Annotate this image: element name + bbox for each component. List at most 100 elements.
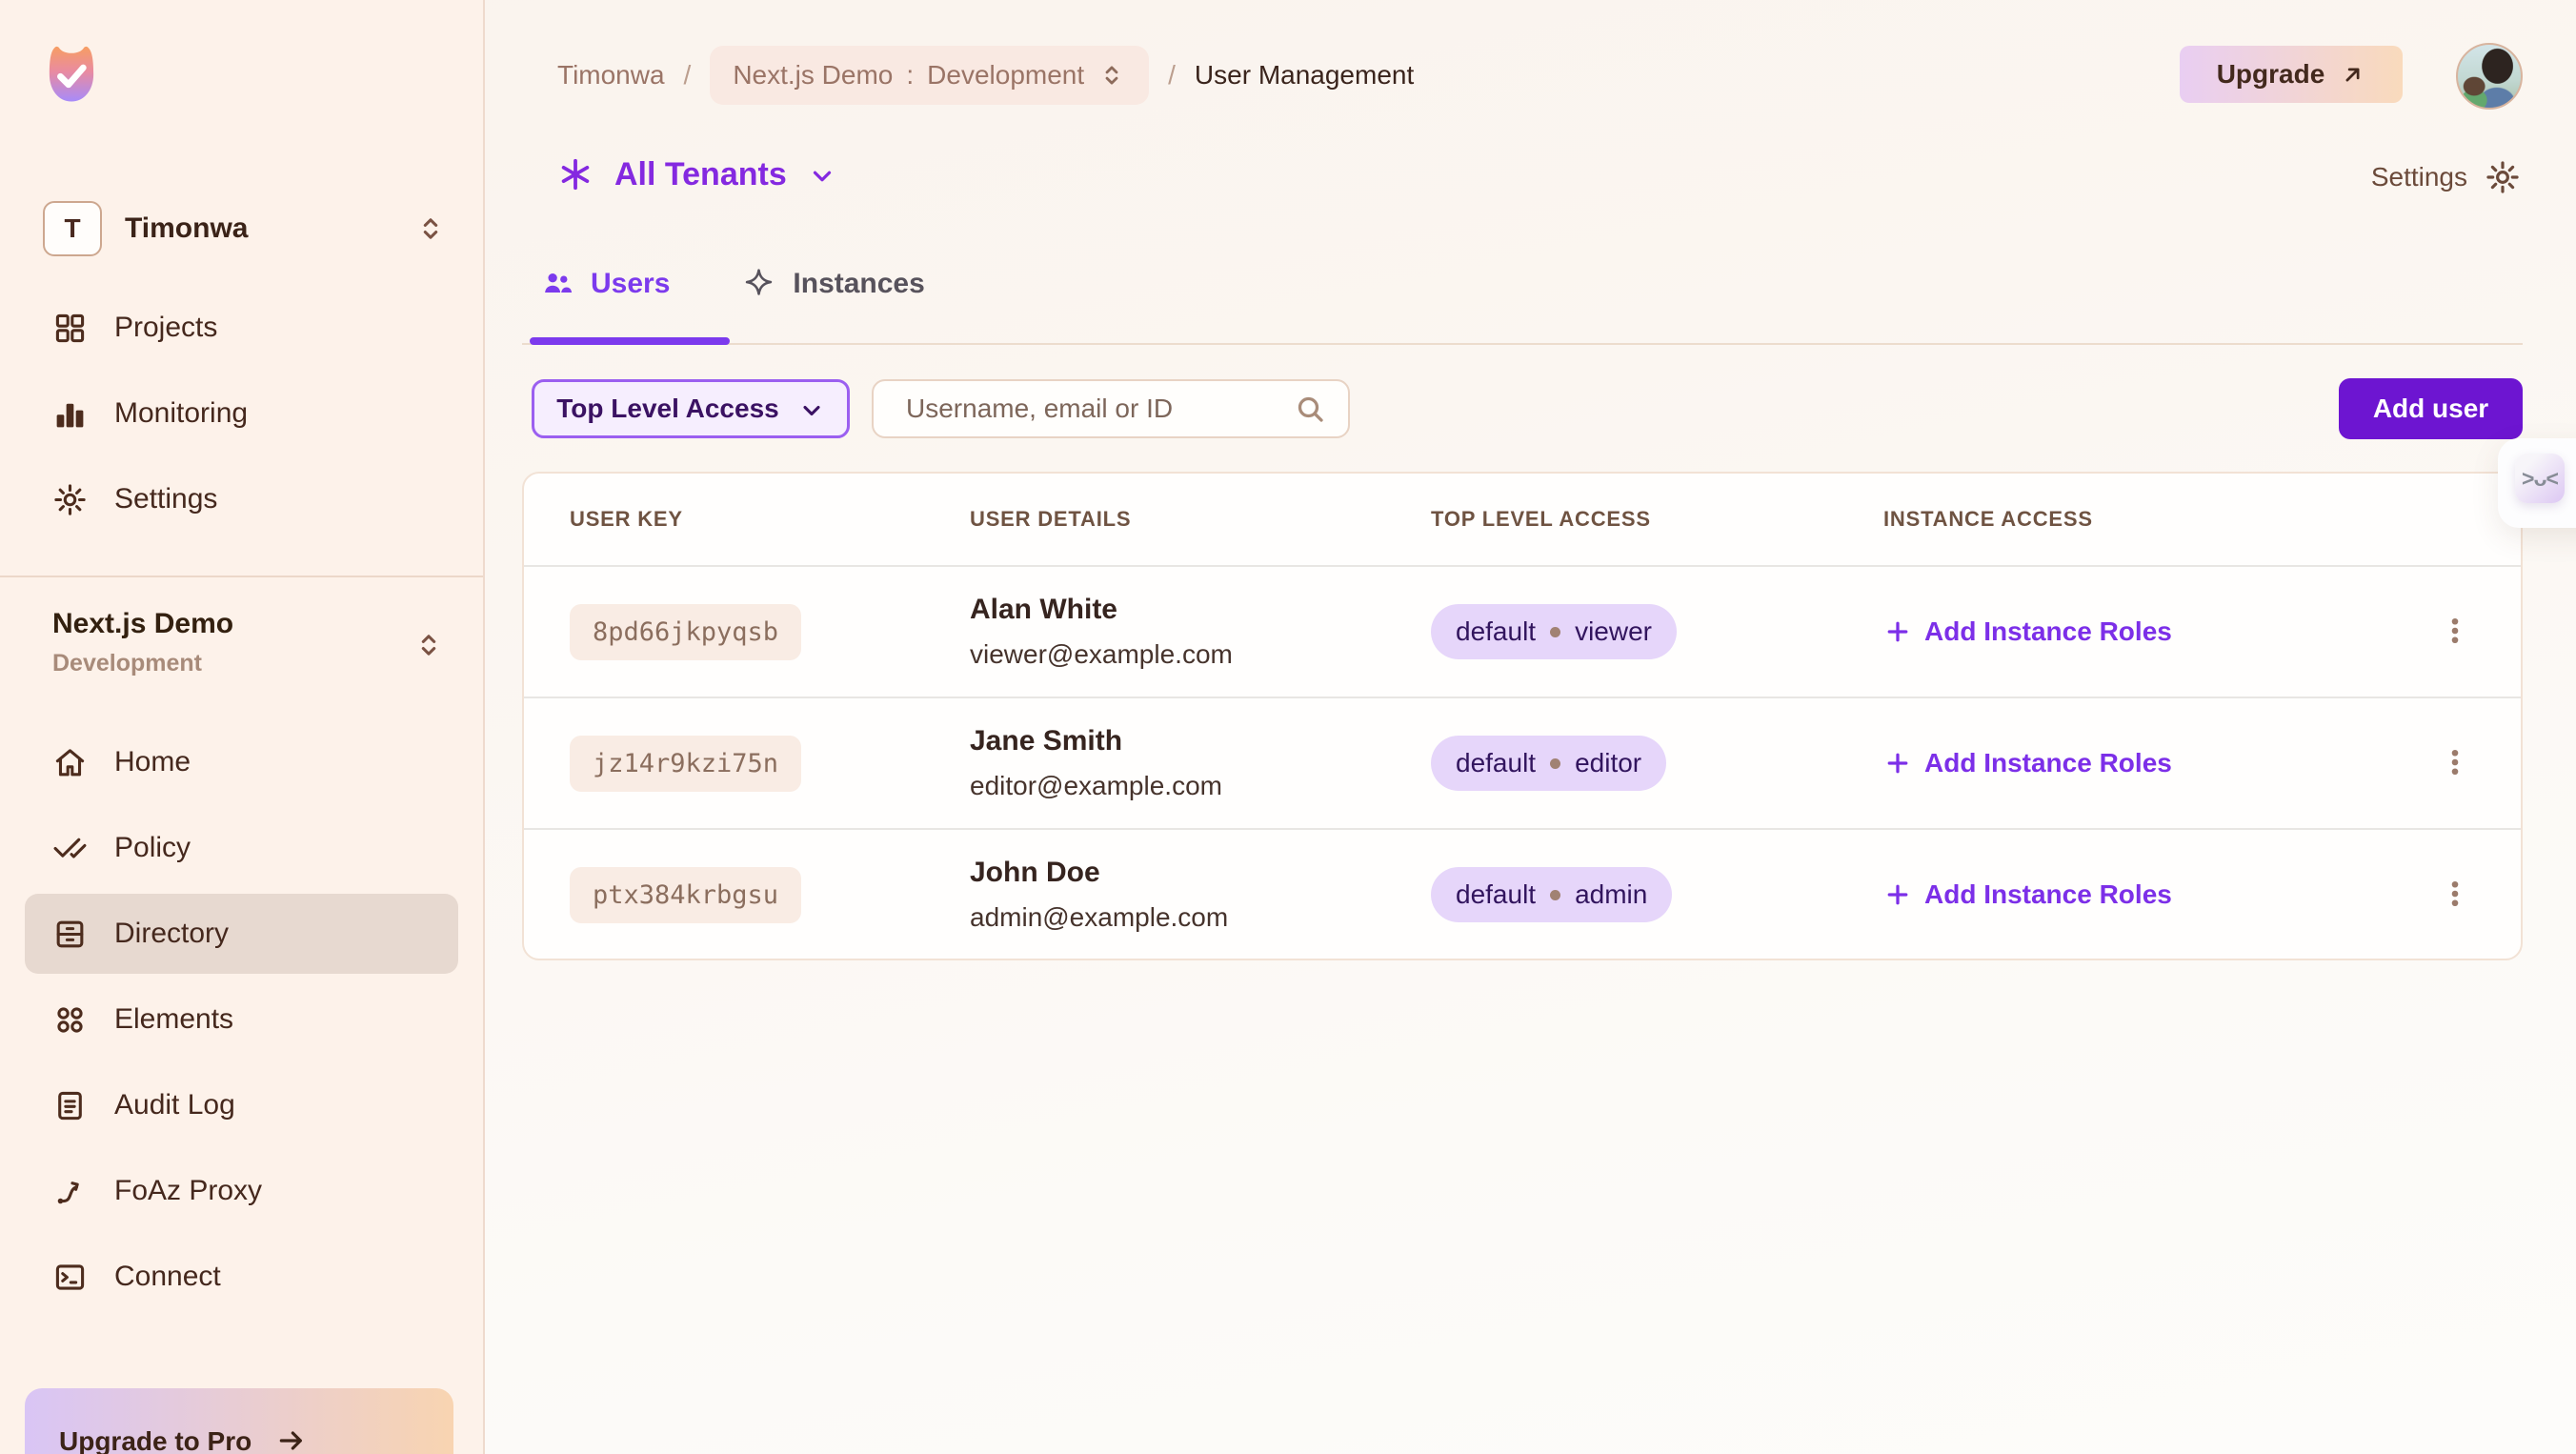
user-avatar[interactable] (2456, 43, 2523, 110)
table-body: 8pd66jkpyqsb Alan White viewer@example.c… (524, 565, 2521, 959)
breadcrumb-page: User Management (1195, 60, 1414, 91)
sidebar-item-foaz-proxy[interactable]: FoAz Proxy (25, 1151, 458, 1231)
kebab-icon (2438, 614, 2472, 648)
user-name: John Doe (970, 857, 1431, 889)
workspace-avatar: T (43, 201, 102, 256)
sparkle-icon (742, 267, 775, 300)
badge-dot (1550, 627, 1560, 637)
sidebar-project-nav: Home Policy Directory Elements Audit Log… (0, 717, 483, 1323)
top-level-access-badge[interactable]: default viewer (1431, 604, 1677, 659)
home-icon (52, 745, 88, 780)
terminal-icon (52, 1260, 88, 1295)
column-header-user-details: USER DETAILS (970, 507, 1431, 532)
search-input[interactable] (872, 379, 1350, 438)
tabs-divider (522, 343, 2523, 345)
check-check-icon (52, 831, 88, 866)
tab-instances[interactable]: Instances (742, 267, 924, 300)
sidebar-top-nav: Projects Monitoring Settings (0, 282, 483, 545)
tenant-selector[interactable]: All Tenants (557, 151, 836, 198)
settings-label: Settings (2371, 162, 2467, 192)
project-name: Next.js Demo (52, 608, 449, 640)
user-email: viewer@example.com (970, 639, 1431, 670)
archive-icon (52, 917, 88, 952)
chevrons-updown-icon (1097, 61, 1126, 90)
top-level-access-filter[interactable]: Top Level Access (532, 379, 850, 438)
upgrade-to-pro-button[interactable]: Upgrade to Pro (25, 1388, 453, 1454)
user-name: Alan White (970, 594, 1431, 626)
badge-tenant: default (1456, 616, 1536, 647)
row-actions-menu-button[interactable] (2426, 597, 2484, 666)
add-instance-roles-button[interactable]: Add Instance Roles (1883, 748, 2172, 778)
row-actions-menu-button[interactable] (2426, 860, 2484, 929)
user-name: Jane Smith (970, 725, 1431, 757)
breadcrumb-separator: / (1168, 60, 1176, 91)
user-key-pill[interactable]: 8pd66jkpyqsb (570, 604, 801, 660)
user-email: admin@example.com (970, 902, 1431, 933)
table-row: ptx384krbgsu John Doe admin@example.com … (524, 828, 2521, 959)
upgrade-to-pro-label: Upgrade to Pro (59, 1426, 252, 1454)
top-level-access-badge[interactable]: default editor (1431, 736, 1666, 791)
tabs: Users Instances (540, 267, 925, 300)
project-selector[interactable]: Next.js Demo Development (52, 608, 449, 677)
bar-chart-icon (52, 396, 88, 432)
badge-role: viewer (1575, 616, 1652, 647)
search-icon (1293, 392, 1327, 426)
user-key: ptx384krbgsu (593, 880, 778, 910)
badge-tenant: default (1456, 879, 1536, 910)
plus-icon (1883, 617, 1912, 646)
search-field-wrap (872, 379, 1350, 438)
gear-icon (2485, 159, 2521, 195)
column-header-user-key: USER KEY (570, 507, 970, 532)
table-row: 8pd66jkpyqsb Alan White viewer@example.c… (524, 565, 2521, 697)
breadcrumb-project-env-selector[interactable]: Next.js Demo : Development (710, 46, 1149, 105)
kebab-icon (2438, 877, 2472, 911)
column-header-top-level-access: TOP LEVEL ACCESS (1431, 507, 1883, 532)
settings-link[interactable]: Settings (2371, 156, 2521, 198)
toolbar: Top Level Access Add user (532, 377, 2523, 440)
user-key-pill[interactable]: jz14r9kzi75n (570, 736, 801, 792)
workspace-selector[interactable]: T Timonwa (43, 198, 447, 259)
chevron-down-icon (798, 397, 825, 424)
row-actions-menu-button[interactable] (2426, 729, 2484, 798)
kebab-icon (2438, 745, 2472, 779)
sidebar-item-connect[interactable]: Connect (25, 1237, 458, 1317)
active-tab-indicator (530, 337, 730, 345)
table-row: jz14r9kzi75n Jane Smith editor@example.c… (524, 697, 2521, 828)
badge-dot (1550, 758, 1560, 769)
user-key: jz14r9kzi75n (593, 749, 778, 778)
project-environment: Development (52, 650, 449, 677)
arrow-right-icon (276, 1425, 307, 1454)
tenant-selector-label: All Tenants (614, 156, 787, 193)
widget-face-button[interactable]: >ᴗ< (2515, 454, 2565, 503)
sidebar-item-settings[interactable]: Settings (25, 459, 458, 539)
top-level-access-badge[interactable]: default admin (1431, 867, 1672, 922)
floating-widget-panel: >ᴗ< (2498, 438, 2576, 528)
upgrade-button[interactable]: Upgrade (2180, 46, 2403, 103)
badge-tenant: default (1456, 748, 1536, 778)
gear-icon (52, 482, 88, 517)
add-user-button[interactable]: Add user (2339, 378, 2523, 439)
plus-icon (1883, 749, 1912, 777)
add-instance-roles-button[interactable]: Add Instance Roles (1883, 616, 2172, 647)
sidebar-collapse-button[interactable] (379, 51, 423, 95)
badge-dot (1550, 890, 1560, 900)
sidebar-item-home[interactable]: Home (25, 722, 458, 802)
user-key-pill[interactable]: ptx384krbgsu (570, 867, 801, 923)
sidebar-item-elements[interactable]: Elements (25, 979, 458, 1060)
add-instance-roles-button[interactable]: Add Instance Roles (1883, 879, 2172, 910)
sidebar-item-directory[interactable]: Directory (25, 894, 458, 974)
badge-role: editor (1575, 748, 1641, 778)
breadcrumb-project: Next.js Demo (733, 60, 893, 91)
chevron-down-icon (808, 162, 836, 191)
chevrons-updown-icon (414, 212, 447, 245)
breadcrumb-workspace[interactable]: Timonwa (557, 60, 665, 91)
sidebar-item-audit-log[interactable]: Audit Log (25, 1065, 458, 1145)
route-icon (52, 1174, 88, 1209)
sidebar-item-monitoring[interactable]: Monitoring (25, 374, 458, 454)
sidebar-item-policy[interactable]: Policy (25, 808, 458, 888)
tab-users[interactable]: Users (540, 267, 670, 300)
file-text-icon (52, 1088, 88, 1123)
breadcrumb-colon: : (906, 60, 914, 91)
workspace-name: Timonwa (125, 212, 248, 245)
sidebar-item-projects[interactable]: Projects (25, 288, 458, 368)
